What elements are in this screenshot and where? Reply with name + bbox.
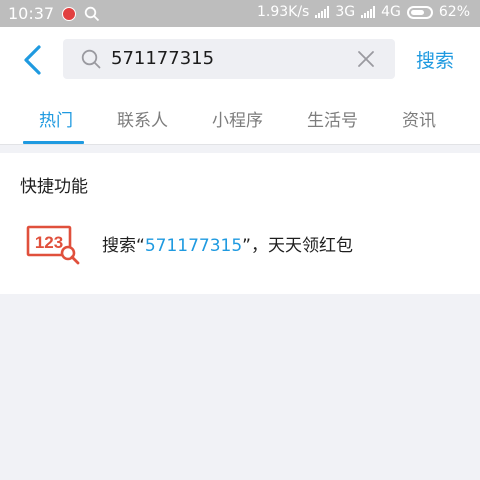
tabs-divider [0, 144, 480, 145]
search-input[interactable]: 571177315 [63, 39, 395, 79]
tab-bar: 热门 联系人 小程序 生活号 资讯 [0, 92, 480, 144]
network-type-1: 3G [335, 4, 356, 20]
status-right: 1.93K/s 3G 4G 62% [257, 4, 470, 20]
quick-search-item[interactable]: 搜索“571177315”，天天领红包 [102, 231, 353, 256]
tab-hot[interactable]: 热门 [39, 106, 73, 131]
network-type-2: 4G [381, 4, 401, 20]
search-button[interactable]: 搜索 [416, 46, 454, 73]
search-icon [81, 49, 101, 69]
tab-mini-programs[interactable]: 小程序 [212, 106, 263, 131]
search-notification-icon [84, 6, 100, 22]
item-prefix: 搜索“ [102, 236, 145, 256]
tab-contacts[interactable]: 联系人 [117, 106, 168, 131]
section-title: 快捷功能 [20, 177, 88, 197]
app-notification-icon [62, 6, 77, 21]
clear-icon[interactable] [356, 49, 376, 69]
number-search-icon: 123 [26, 225, 80, 265]
quick-functions-section: 快捷功能 123 搜索“571177315”，天天领红包 [0, 153, 480, 294]
item-suffix: ”，天天领红包 [242, 236, 353, 256]
net-speed: 1.93K/s [256, 4, 310, 20]
signal-icon [361, 6, 376, 18]
back-button[interactable] [20, 43, 44, 77]
chevron-left-icon [24, 45, 41, 75]
status-time: 10:37 [8, 4, 55, 23]
search-header: 571177315 搜索 [0, 27, 480, 92]
signal-icon [315, 6, 330, 18]
tab-life-accounts[interactable]: 生活号 [307, 106, 358, 131]
icon-number-text: 123 [35, 233, 63, 252]
status-bar: 10:37 1.93K/s 3G 4G 62% [0, 0, 480, 27]
item-number: 571177315 [144, 236, 243, 256]
search-query: 571177315 [111, 48, 215, 69]
tab-news[interactable]: 资讯 [402, 106, 436, 131]
status-left: 10:37 [8, 4, 100, 23]
battery-level: 62% [438, 4, 470, 20]
battery-icon [406, 5, 433, 19]
